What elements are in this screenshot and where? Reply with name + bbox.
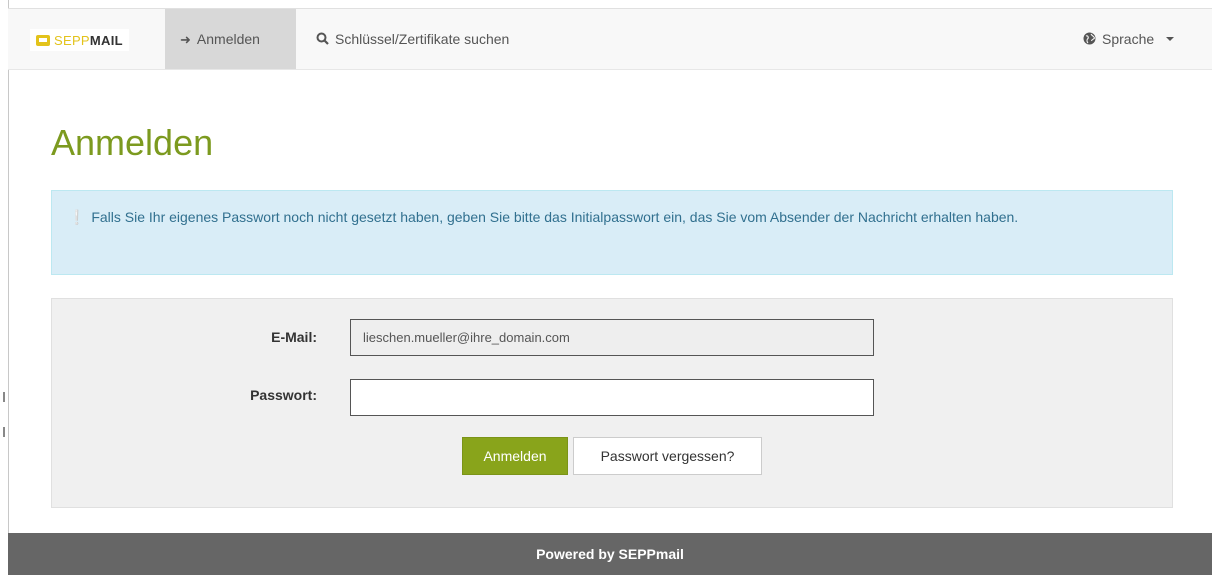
language-label: Sprache: [1102, 31, 1155, 47]
email-field[interactable]: [350, 319, 874, 356]
footer: Powered by SEPPmail: [8, 533, 1212, 575]
forgot-password-button[interactable]: Passwort vergessen?: [573, 437, 762, 475]
login-form: E-Mail: Passwort: Anmelden Passwort verg…: [51, 298, 1173, 508]
email-label: E-Mail:: [271, 329, 317, 345]
nav-login-label: Anmelden: [196, 31, 260, 47]
info-alert: ❕ Falls Sie Ihr eigenes Passwort noch ni…: [51, 190, 1173, 275]
search-icon: [316, 32, 329, 47]
seppmail-logo-icon: [36, 34, 50, 46]
nav-search-keys[interactable]: Schlüssel/Zertifikate suchen: [301, 9, 524, 69]
brand-text: SEPPMAIL: [54, 33, 123, 48]
info-alert-text: Falls Sie Ihr eigenes Passwort noch nich…: [91, 209, 1019, 225]
login-button[interactable]: Anmelden: [462, 437, 568, 475]
brand-logo[interactable]: SEPPMAIL: [30, 29, 129, 51]
password-field[interactable]: [350, 379, 874, 416]
language-dropdown[interactable]: Sprache: [1068, 9, 1189, 69]
nav-login[interactable]: ➜ Anmelden: [165, 9, 296, 69]
edge-mark: [3, 392, 5, 402]
brand-text-part1: SEPP: [54, 32, 90, 48]
globe-icon: [1083, 32, 1096, 47]
top-navbar: SEPPMAIL ➜ Anmelden Schlüssel/Zertifikat…: [8, 8, 1212, 70]
brand-text-part2: MAIL: [89, 32, 123, 48]
edge-mark: [3, 427, 5, 437]
password-label: Passwort:: [250, 387, 317, 403]
page-title: Anmelden: [51, 122, 214, 163]
chevron-down-icon: [1166, 37, 1175, 41]
info-icon: ❕: [68, 209, 86, 225]
sign-in-icon: ➜: [180, 31, 191, 47]
window-left-edge: [0, 0, 9, 575]
footer-text: Powered by SEPPmail: [536, 546, 684, 562]
nav-search-label: Schlüssel/Zertifikate suchen: [335, 31, 510, 47]
